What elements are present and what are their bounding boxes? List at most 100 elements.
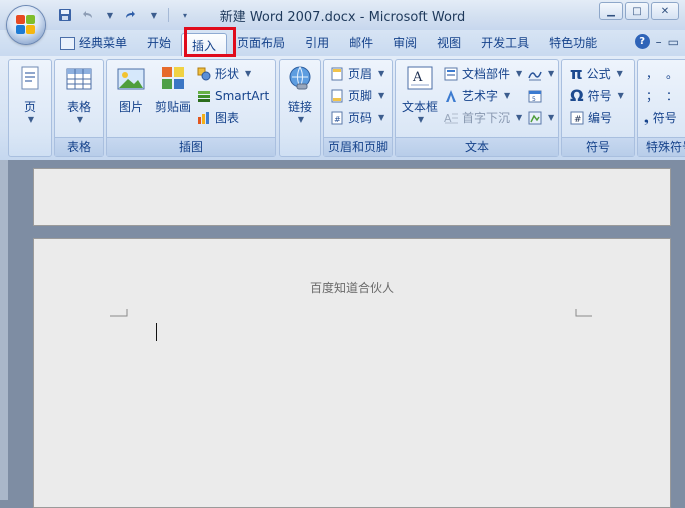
help-icon[interactable]: ? — [634, 34, 650, 49]
redo-icon[interactable] — [122, 6, 140, 24]
textbox-label: 文本框 — [401, 100, 438, 114]
chart-button[interactable]: 图表 — [197, 108, 239, 128]
clipart-button[interactable]: 剪贴画 — [153, 64, 193, 115]
tab-home[interactable]: 开始 — [137, 32, 181, 54]
numbering-button[interactable]: # 编号 — [570, 108, 612, 128]
customize-icon[interactable]: ▾ — [175, 6, 193, 24]
bullet-icon: ❟ — [644, 111, 649, 125]
ribbon-tabs-row: 经典菜单 开始 插入 页面布局 引用 邮件 审阅 视图 开发工具 特色功能 ? … — [0, 30, 685, 58]
ribbon-minimize-icon[interactable]: – — [656, 35, 662, 49]
previous-page[interactable] — [33, 168, 671, 226]
chevron-down-icon: ▼ — [516, 69, 523, 78]
picture-icon — [116, 64, 146, 94]
ribbon-restore-icon[interactable]: ▭ — [668, 35, 679, 49]
svg-text:5: 5 — [532, 96, 536, 103]
chart-icon — [197, 111, 211, 125]
minimize-icon: ▁ — [607, 5, 615, 17]
quickparts-button[interactable]: 文档部件 ▼ — [444, 64, 522, 84]
shapes-button[interactable]: 形状 ▼ — [197, 64, 251, 84]
smartart-button[interactable]: SmartArt — [197, 86, 269, 106]
calendar-icon: 5 — [528, 89, 542, 103]
maximize-button[interactable]: □ — [625, 2, 649, 20]
close-button[interactable]: ✕ — [651, 2, 679, 20]
group-illustrations: 图片 剪贴画 形状 ▼ SmartArt 图表 插图 — [106, 59, 276, 157]
svg-text:A: A — [412, 70, 423, 85]
textbox-button[interactable]: A 文本框 ▼ — [398, 64, 442, 124]
tab-mailings[interactable]: 邮件 — [339, 32, 383, 54]
symbol-label: 符号 — [587, 89, 612, 103]
chevron-down-icon: ▼ — [27, 115, 35, 124]
chevron-down-icon: ▼ — [378, 113, 385, 122]
pages-button[interactable]: 页 ▼ — [9, 64, 51, 124]
picture-button[interactable]: 图片 — [111, 64, 151, 115]
page-number-button[interactable]: # 页码 ▼ — [330, 108, 384, 128]
office-button[interactable] — [7, 6, 45, 44]
special-char-comma[interactable]: ， — [646, 64, 658, 84]
group-links: 链接 ▼ — [279, 59, 321, 157]
pages-label: 页 — [23, 100, 36, 114]
table-button[interactable]: 表格 ▼ — [55, 64, 103, 124]
special-symbol-button[interactable]: ❟ 符号 — [644, 108, 677, 128]
minimize-button[interactable]: ▁ — [599, 2, 623, 20]
current-page[interactable]: 百度知道合伙人 — [33, 238, 671, 508]
special-char-label: 。 — [666, 67, 679, 81]
wordart-label: 艺术字 — [462, 89, 499, 103]
textbox-icon: A — [405, 64, 435, 94]
office-logo-icon — [16, 15, 36, 35]
table-icon — [64, 64, 94, 94]
smartart-label: SmartArt — [215, 89, 270, 103]
links-button[interactable]: 链接 ▼ — [280, 64, 320, 124]
chevron-down-icon: ▼ — [504, 91, 511, 100]
close-icon: ✕ — [660, 5, 670, 17]
links-label: 链接 — [287, 100, 312, 114]
tab-classic-menu[interactable]: 经典菜单 — [50, 32, 137, 54]
dropcap-icon: A — [444, 111, 458, 125]
chevron-down-icon: ▼ — [617, 91, 624, 100]
undo-icon[interactable] — [78, 6, 96, 24]
group-label-symbols: 符号 — [562, 137, 634, 156]
tab-special-features[interactable]: 特色功能 — [539, 32, 607, 54]
quickparts-label: 文档部件 — [462, 67, 511, 81]
object-button[interactable]: ▼ — [528, 108, 554, 128]
save-icon[interactable] — [56, 6, 74, 24]
group-header-footer: 页眉 ▼ 页脚 ▼ # 页码 ▼ 页眉和页脚 — [323, 59, 393, 157]
special-char-colon[interactable]: ： — [666, 86, 678, 106]
symbol-button[interactable]: Ω 符号 ▼ — [570, 86, 624, 106]
chevron-down-icon: ▼ — [548, 113, 555, 122]
dropcap-button[interactable]: A 首字下沉 ▼ — [444, 108, 522, 128]
title-bar: ▼ ▼ ▾ 新建 Word 2007.docx - Microsoft Word… — [0, 0, 685, 30]
special-char-semicolon[interactable]: ； — [646, 86, 658, 106]
smartart-icon — [197, 89, 211, 103]
header-button[interactable]: 页眉 ▼ — [330, 64, 384, 84]
date-time-button[interactable]: 5 — [528, 86, 542, 106]
omega-icon: Ω — [570, 86, 584, 105]
chevron-down-icon: ▼ — [548, 69, 555, 78]
ribbon-tabs: 经典菜单 开始 插入 页面布局 引用 邮件 审阅 视图 开发工具 特色功能 — [50, 30, 607, 58]
tab-review[interactable]: 审阅 — [383, 32, 427, 54]
qat-divider — [168, 8, 169, 22]
shapes-label: 形状 — [215, 67, 240, 81]
footer-button[interactable]: 页脚 ▼ — [330, 86, 384, 106]
chevron-down-icon[interactable]: ▼ — [100, 6, 118, 24]
chevron-down-icon: ▼ — [516, 113, 523, 122]
group-special-symbols: ， 。 ； ： ❟ 符号 特殊符号 — [637, 59, 685, 157]
tab-developer[interactable]: 开发工具 — [471, 32, 539, 54]
footer-label: 页脚 — [348, 89, 373, 103]
tab-references[interactable]: 引用 — [295, 32, 339, 54]
special-char-label: ； — [646, 89, 659, 103]
tab-label: 经典菜单 — [79, 36, 128, 50]
page-number-label: 页码 — [348, 111, 373, 125]
wordart-button[interactable]: 艺术字 ▼ — [444, 86, 510, 106]
tab-insert[interactable]: 插入 — [181, 32, 228, 58]
tab-view[interactable]: 视图 — [427, 32, 471, 54]
margin-corner-mark — [110, 309, 128, 317]
special-char-period[interactable]: 。 — [666, 64, 678, 84]
group-text: A 文本框 ▼ 文档部件 ▼ 艺术字 ▼ A 首字下沉 ▼ ▼ 5 ▼ 文本 — [395, 59, 559, 157]
chevron-down-icon[interactable]: ▼ — [144, 6, 162, 24]
object-icon — [528, 111, 542, 125]
picture-label: 图片 — [118, 100, 143, 114]
equation-label: 公式 — [586, 67, 611, 81]
tab-page-layout[interactable]: 页面布局 — [227, 32, 295, 54]
signature-line-button[interactable]: ▼ — [528, 64, 554, 84]
equation-button[interactable]: π 公式 ▼ — [570, 64, 623, 84]
